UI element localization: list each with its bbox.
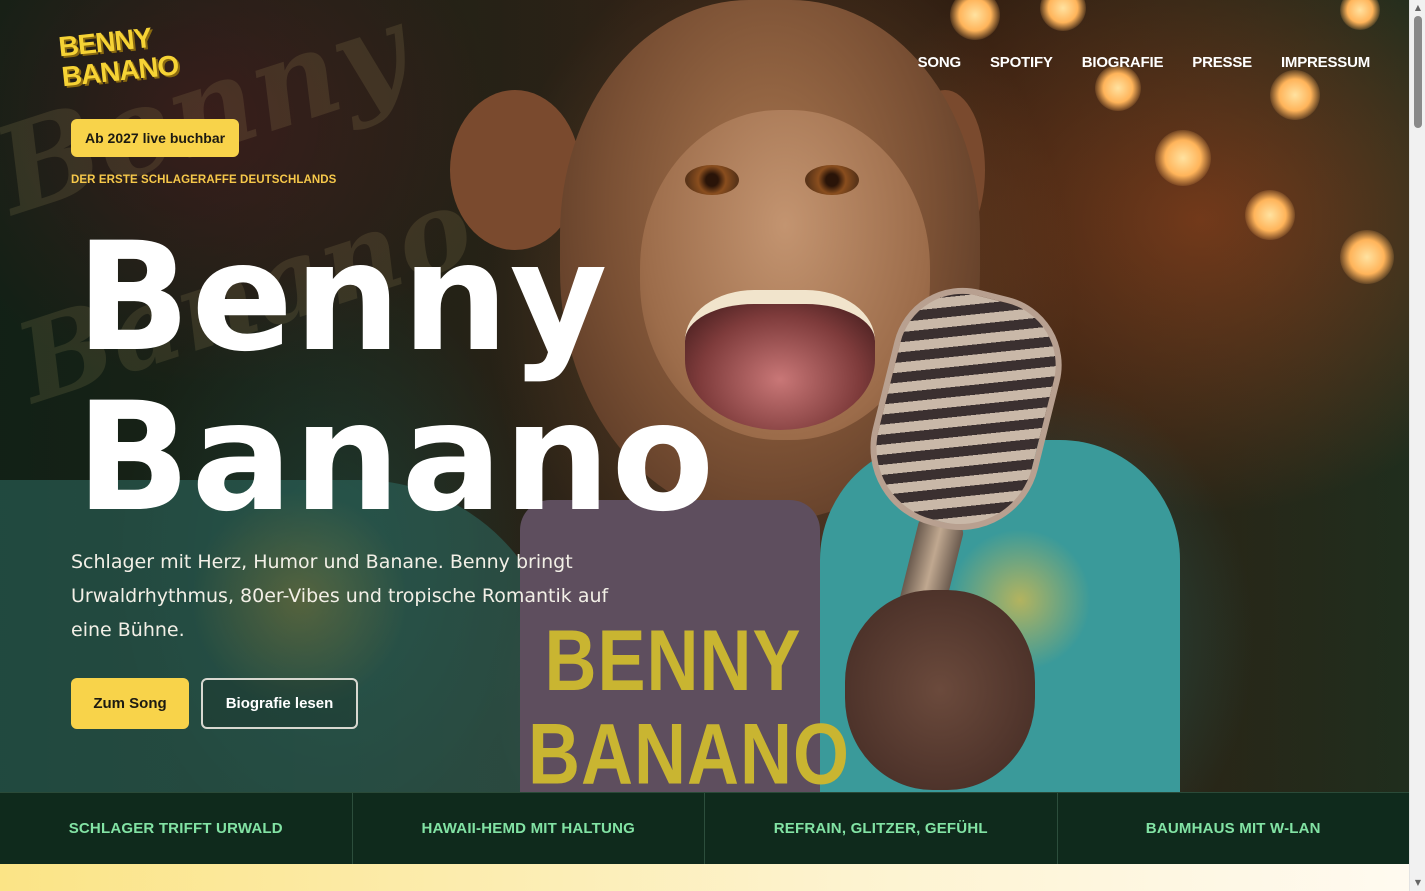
hero-title: Benny Banano [76, 218, 715, 538]
hero-kicker: DER ERSTE SCHLAGERAFFE DEUTSCHLANDS [71, 174, 337, 186]
nav-biografie[interactable]: BIOGRAFIE [1082, 54, 1164, 71]
song-button[interactable]: Zum Song [71, 678, 189, 729]
site-logo[interactable]: BENNY BANANO [57, 22, 180, 93]
booking-badge: Ab 2027 live buchbar [71, 119, 240, 157]
biografie-button[interactable]: Biografie lesen [201, 678, 358, 729]
hero-title-line1: Benny [76, 211, 609, 385]
nav-impressum[interactable]: IMPRESSUM [1281, 54, 1370, 71]
hero-content: BENNY BANANO SONG SPOTIFY BIOGRAFIE PRES… [0, 0, 1425, 891]
hero-intro: Schlager mit Herz, Humor und Banane. Ben… [71, 551, 609, 641]
nav-spotify[interactable]: SPOTIFY [990, 54, 1053, 71]
main-nav: SONG SPOTIFY BIOGRAFIE PRESSE IMPRESSUM [918, 54, 1371, 71]
nav-song[interactable]: SONG [918, 54, 962, 71]
hero-title-line2: Banano [76, 371, 716, 545]
nav-presse[interactable]: PRESSE [1192, 54, 1252, 71]
